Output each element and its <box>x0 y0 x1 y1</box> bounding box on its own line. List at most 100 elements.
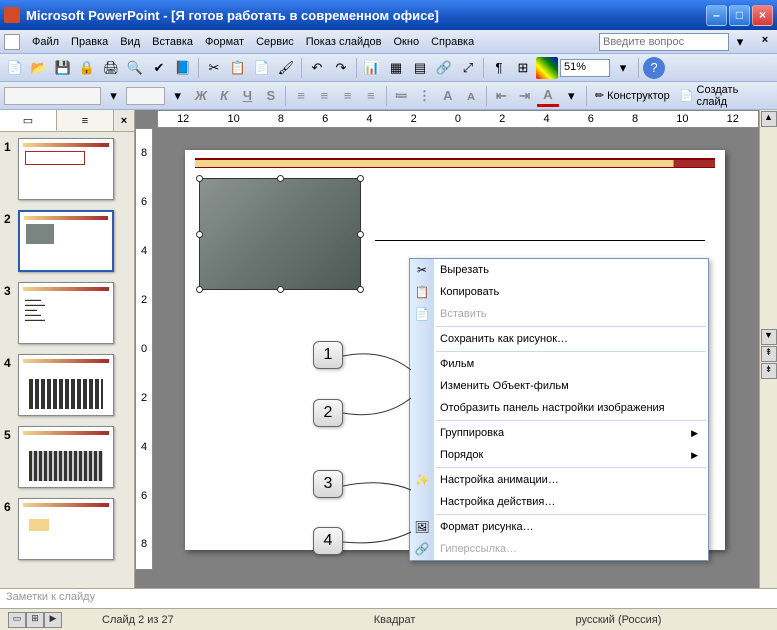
slide-thumbnail[interactable]: 3 ▬▬▬▬▬▬▬▬▬▬▬▬▬▬▬▬▬▬▬▬▬ <box>4 282 130 344</box>
numbering-icon[interactable]: ≔ <box>391 85 412 107</box>
justify-icon[interactable]: ≡ <box>360 85 381 107</box>
ctx-cut[interactable]: ✂Вырезать <box>410 259 708 281</box>
ctx-order[interactable]: Порядок▶ <box>410 444 708 466</box>
normal-view-icon[interactable]: ▭ <box>8 612 26 628</box>
bullets-icon[interactable]: ⋮ <box>414 85 435 107</box>
slide-thumbnail[interactable]: 1 <box>4 138 130 200</box>
help-icon[interactable]: ? <box>643 57 665 79</box>
font-dropdown-icon[interactable]: ▾ <box>103 85 124 107</box>
divider-line <box>375 240 705 241</box>
permission-icon[interactable]: 🔒 <box>76 57 98 79</box>
menu-tools[interactable]: Сервис <box>250 34 300 50</box>
decrease-indent-icon[interactable]: ⇤ <box>491 85 512 107</box>
font-color-icon[interactable]: A <box>537 85 558 107</box>
menu-slideshow[interactable]: Показ слайдов <box>300 34 388 50</box>
prev-slide-icon[interactable]: ⇞ <box>761 346 777 362</box>
menu-edit[interactable]: Правка <box>65 34 114 50</box>
new-icon[interactable]: 📄 <box>4 57 26 79</box>
bold-icon[interactable]: Ж <box>190 85 211 107</box>
close-panel-button[interactable]: × <box>114 110 134 131</box>
underline-icon[interactable]: Ч <box>237 85 258 107</box>
sorter-view-icon[interactable]: ⊞ <box>26 612 44 628</box>
menu-insert[interactable]: Вставка <box>146 34 199 50</box>
slide-thumbnail[interactable]: 5 <box>4 426 130 488</box>
chart-icon[interactable]: 📊 <box>361 57 383 79</box>
align-left-icon[interactable]: ≡ <box>290 85 311 107</box>
zoom-box[interactable]: 51% <box>560 59 610 77</box>
new-slide-button[interactable]: 📄Создать слайд <box>676 85 773 107</box>
slide-thumbnail[interactable]: 4 <box>4 354 130 416</box>
print-icon[interactable]: 🖨 <box>100 57 122 79</box>
menu-window[interactable]: Окно <box>388 34 426 50</box>
slideshow-view-icon[interactable]: ▶ <box>44 612 62 628</box>
copy-icon[interactable]: 📋 <box>227 57 249 79</box>
ctx-copy[interactable]: 📋Копировать <box>410 281 708 303</box>
thumbnail-tabs: ▭ ≡ × <box>0 110 134 132</box>
dropdown-icon[interactable]: ▾ <box>729 31 751 53</box>
research-icon[interactable]: 📘 <box>172 57 194 79</box>
tables-borders-icon[interactable]: ▤ <box>409 57 431 79</box>
maximize-button[interactable]: □ <box>729 5 750 26</box>
paste-icon[interactable]: 📄 <box>251 57 273 79</box>
spellcheck-icon[interactable]: ✔ <box>148 57 170 79</box>
ctx-format-picture[interactable]: 🖼Формат рисунка… <box>410 516 708 538</box>
scroll-up-icon[interactable]: ▲ <box>761 111 777 127</box>
slides-tab[interactable]: ▭ <box>0 110 57 131</box>
font-selector[interactable] <box>4 87 101 105</box>
zoom-dropdown-icon[interactable]: ▾ <box>612 57 634 79</box>
font-size-selector[interactable] <box>126 87 165 105</box>
selected-movie-object[interactable] <box>199 178 361 290</box>
ctx-action-settings[interactable]: Настройка действия… <box>410 491 708 513</box>
slide-number: 3 <box>4 282 18 344</box>
menu-view[interactable]: Вид <box>114 34 146 50</box>
ctx-custom-animation[interactable]: ✨Настройка анимации… <box>410 469 708 491</box>
increase-font-icon[interactable]: A <box>437 85 458 107</box>
undo-icon[interactable]: ↶ <box>306 57 328 79</box>
ctx-show-picture-toolbar[interactable]: Отобразить панель настройки изображения <box>410 397 708 419</box>
font-color-dropdown-icon[interactable]: ▾ <box>561 85 582 107</box>
menu-file[interactable]: Файл <box>26 34 65 50</box>
ctx-movie[interactable]: Фильм <box>410 353 708 375</box>
minimize-button[interactable]: – <box>706 5 727 26</box>
cut-icon[interactable]: ✂ <box>203 57 225 79</box>
save-icon[interactable]: 💾 <box>52 57 74 79</box>
ctx-save-as-picture[interactable]: Сохранить как рисунок… <box>410 328 708 350</box>
outline-tab[interactable]: ≡ <box>57 110 114 131</box>
table-icon[interactable]: ▦ <box>385 57 407 79</box>
hyperlink-icon[interactable]: 🔗 <box>433 57 455 79</box>
align-right-icon[interactable]: ≡ <box>337 85 358 107</box>
align-center-icon[interactable]: ≡ <box>314 85 335 107</box>
redo-icon[interactable]: ↷ <box>330 57 352 79</box>
shadow-icon[interactable]: S <box>260 85 281 107</box>
thumbnail-list[interactable]: 1 2 3 ▬▬▬▬▬▬▬▬▬▬▬▬▬▬▬▬▬▬▬▬▬ 4 5 6 <box>0 132 134 588</box>
slide-number: 2 <box>4 210 18 272</box>
close-button[interactable]: × <box>752 5 773 26</box>
ctx-grouping[interactable]: Группировка▶ <box>410 422 708 444</box>
format-painter-icon[interactable]: 🖌 <box>275 57 297 79</box>
standard-toolbar: 📄 📂 💾 🔒 🖨 🔍 ✔ 📘 ✂ 📋 📄 🖌 ↶ ↷ 📊 ▦ ▤ 🔗 ⤢ ¶ … <box>0 54 777 82</box>
vertical-scrollbar[interactable]: ▲ ▼ ⇞ ⇟ <box>759 110 777 588</box>
preview-icon[interactable]: 🔍 <box>124 57 146 79</box>
grid-icon[interactable]: ⊞ <box>512 57 534 79</box>
color-icon[interactable] <box>536 57 558 79</box>
cut-icon: ✂ <box>413 261 431 279</box>
increase-indent-icon[interactable]: ⇥ <box>514 85 535 107</box>
menu-format[interactable]: Формат <box>199 34 250 50</box>
mdi-close-button[interactable]: × <box>757 34 773 50</box>
ask-question-box[interactable] <box>599 33 729 51</box>
vertical-ruler: 864202468 <box>135 128 153 570</box>
size-dropdown-icon[interactable]: ▾ <box>167 85 188 107</box>
expand-icon[interactable]: ⤢ <box>457 57 479 79</box>
scroll-down-icon[interactable]: ▼ <box>761 329 777 345</box>
italic-icon[interactable]: К <box>214 85 235 107</box>
open-icon[interactable]: 📂 <box>28 57 50 79</box>
show-formatting-icon[interactable]: ¶ <box>488 57 510 79</box>
next-slide-icon[interactable]: ⇟ <box>761 363 777 379</box>
menu-help[interactable]: Справка <box>425 34 480 50</box>
slide-thumbnail[interactable]: 6 <box>4 498 130 560</box>
decrease-font-icon[interactable]: ᴀ <box>460 85 481 107</box>
ctx-edit-movie-object[interactable]: Изменить Объект-фильм <box>410 375 708 397</box>
notes-pane[interactable]: Заметки к слайду <box>0 588 777 608</box>
slide-thumbnail[interactable]: 2 <box>4 210 130 272</box>
design-button[interactable]: ✏Конструктор <box>591 85 674 107</box>
